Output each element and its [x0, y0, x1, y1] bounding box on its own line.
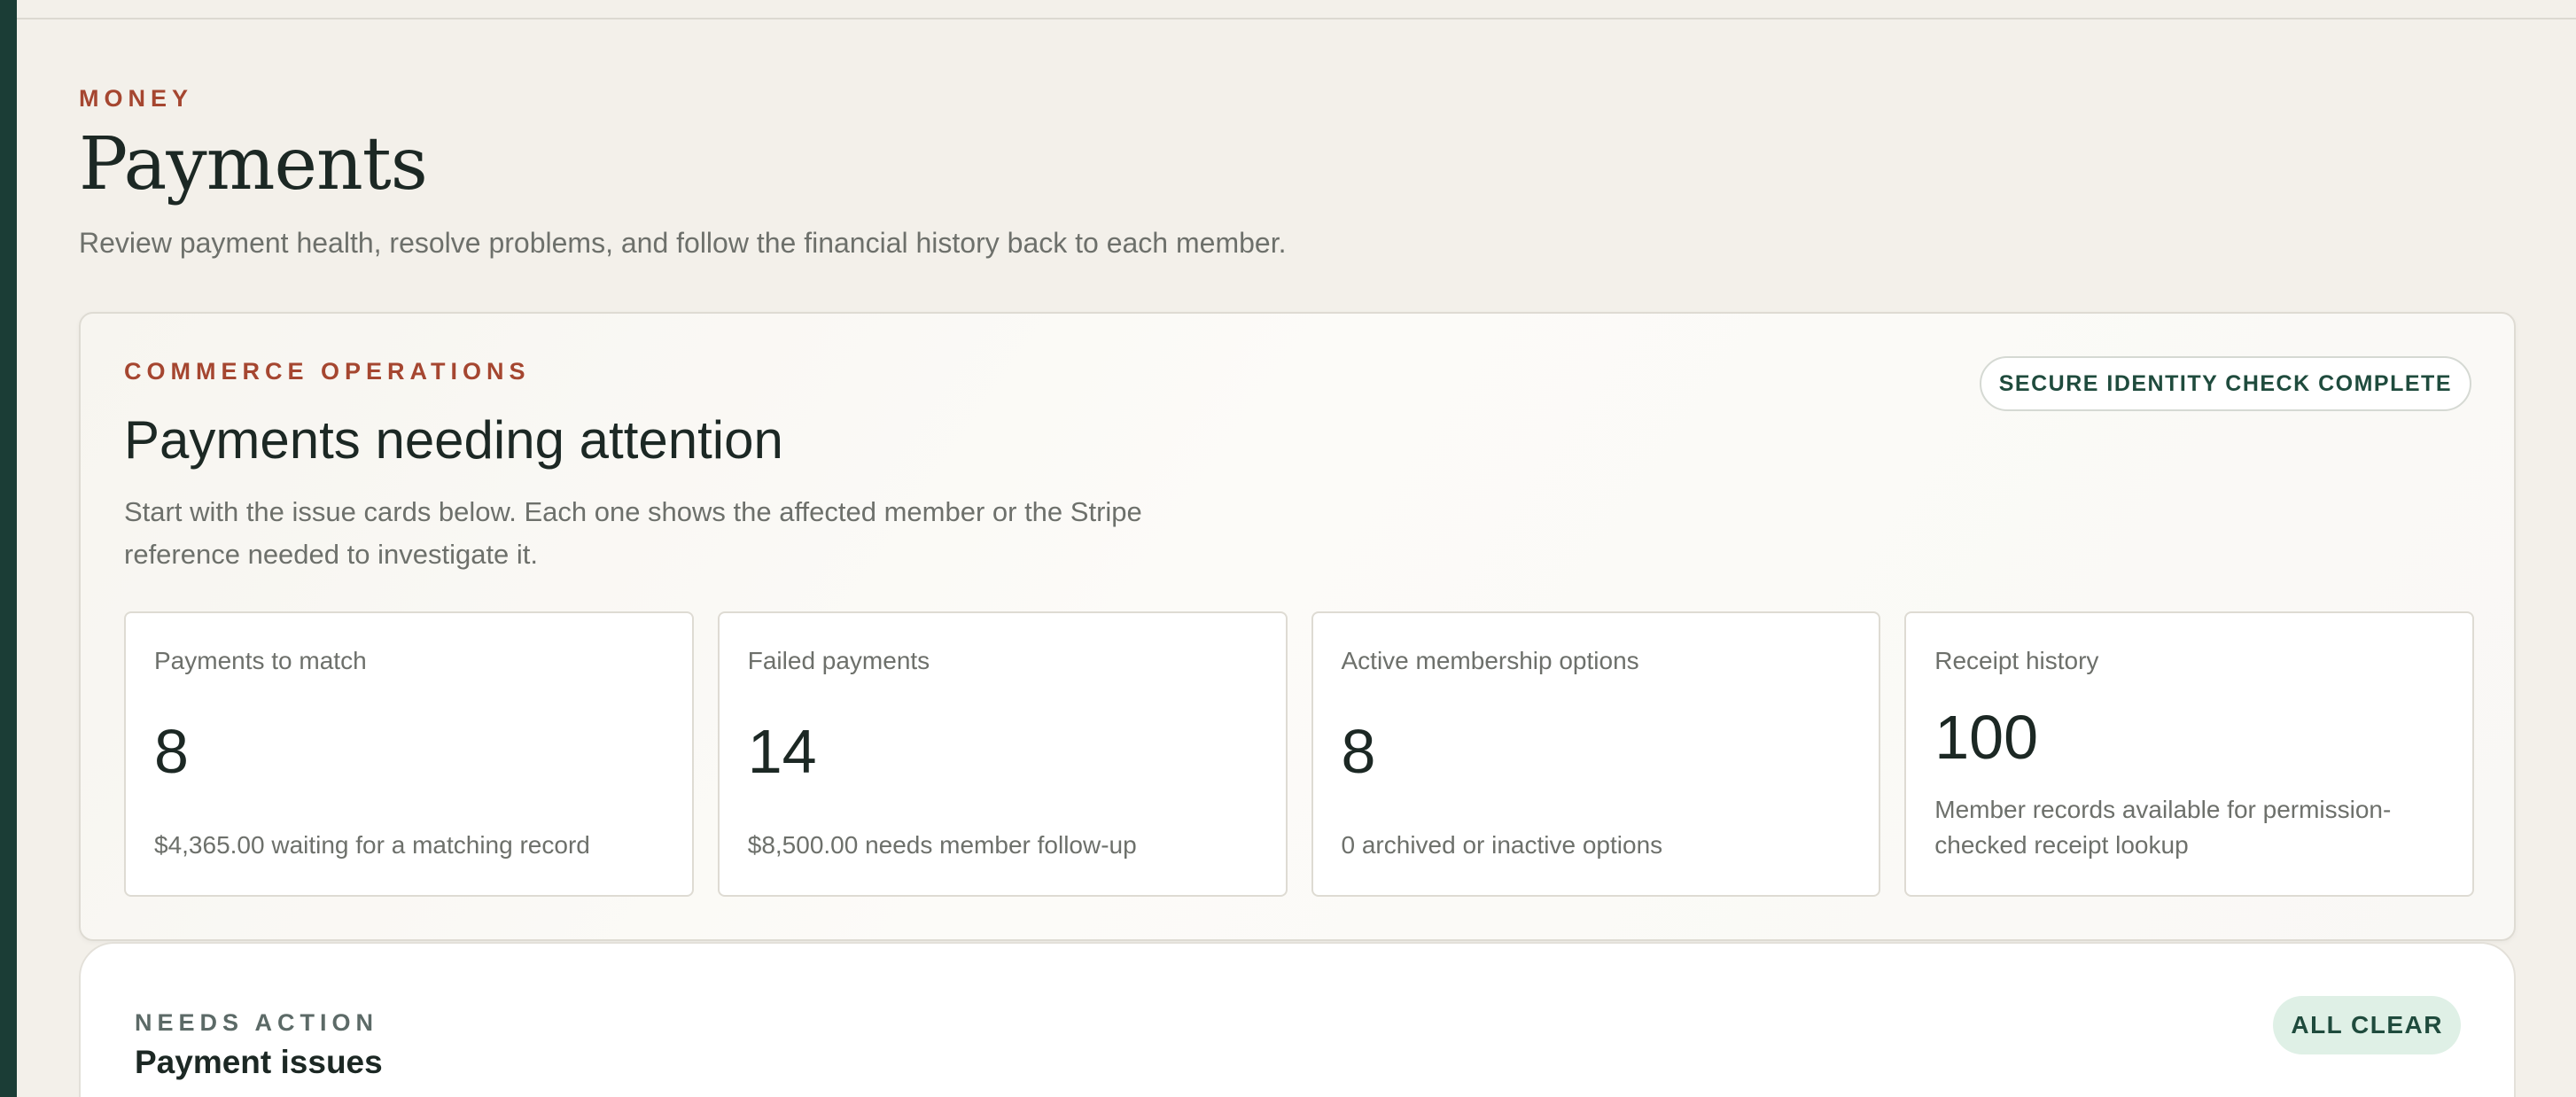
operations-description: Start with the issue cards below. Each o…: [124, 496, 1142, 570]
metric-value: 8: [154, 717, 189, 786]
metric-label: Active membership options: [1341, 647, 1639, 674]
payment-issues-card: NEEDS ACTION Payment issues ALL CLEAR: [79, 942, 2516, 1097]
identity-check-badge: SECURE IDENTITY CHECK COMPLETE: [1979, 356, 2471, 411]
metric-label: Receipt history: [1934, 647, 2099, 674]
metric-card-membership-options[interactable]: Active membership options 8 0 archived o…: [1311, 611, 1881, 897]
payments-page: MONEY Payments Review payment health, re…: [79, 0, 2516, 1097]
metric-note: $4,365.00 waiting for a matching record: [154, 831, 590, 859]
metric-value: 14: [747, 717, 817, 786]
metric-card-payments-to-match[interactable]: Payments to match 8 $4,365.00 waiting fo…: [124, 611, 694, 897]
all-clear-badge: ALL CLEAR: [2273, 996, 2461, 1054]
commerce-operations-card: COMMERCE OPERATIONS Payments needing att…: [79, 312, 2516, 941]
metric-card-failed-payments[interactable]: Failed payments 14 $8,500.00 needs membe…: [717, 611, 1288, 897]
issues-title: Payment issues: [135, 1044, 383, 1080]
operations-eyebrow: COMMERCE OPERATIONS: [124, 358, 531, 385]
app-sidebar-rail: [0, 0, 17, 1097]
metric-label: Payments to match: [154, 647, 367, 674]
page-title: Payments: [79, 122, 428, 206]
operations-title: Payments needing attention: [124, 410, 783, 470]
metric-value: 8: [1341, 717, 1376, 786]
metric-label: Failed payments: [747, 647, 930, 674]
issues-eyebrow: NEEDS ACTION: [135, 1009, 379, 1036]
metric-note: 0 archived or inactive options: [1341, 831, 1663, 859]
metrics-row: Payments to match 8 $4,365.00 waiting fo…: [124, 611, 2474, 897]
metric-value: 100: [1934, 703, 2039, 772]
metric-card-receipt-history[interactable]: Receipt history 100 Member records avail…: [1904, 611, 2474, 897]
section-eyebrow: MONEY: [79, 85, 194, 112]
metric-note: Member records available for permission-…: [1934, 796, 2392, 859]
page-description: Review payment health, resolve problems,…: [79, 227, 1287, 259]
metric-note: $8,500.00 needs member follow-up: [747, 831, 1137, 859]
